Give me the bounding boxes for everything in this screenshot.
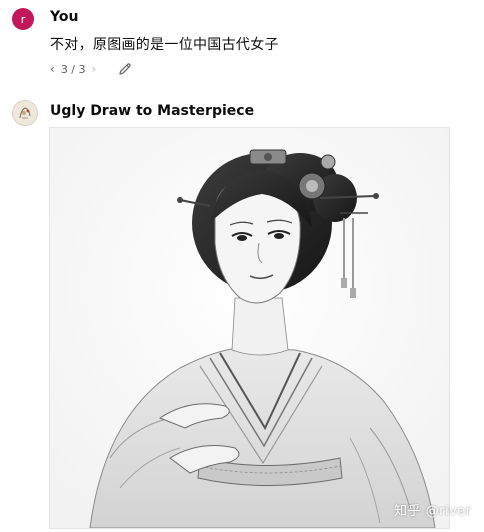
user-message: r You 不对，原图画的是一位中国古代女子 ‹ 3 / 3 › <box>0 0 484 90</box>
user-author-name: You <box>50 9 79 25</box>
pager-label: 3 / 3 <box>60 62 86 76</box>
user-avatar: r <box>12 8 34 30</box>
portrait-sketch-illustration <box>50 128 449 528</box>
gpt-author-name: Ugly Draw to Masterpiece <box>50 103 255 119</box>
next-response-button[interactable]: › <box>90 62 99 76</box>
edit-pencil-icon[interactable] <box>117 61 133 77</box>
previous-response-button[interactable]: ‹ <box>48 62 57 76</box>
watermark-text: 知乎 @river <box>394 504 472 519</box>
gpt-avatar <box>12 100 38 126</box>
response-pager: ‹ 3 / 3 › <box>48 62 98 76</box>
chat-view: r You 不对，原图画的是一位中国古代女子 ‹ 3 / 3 › Ugly Dr… <box>0 0 484 532</box>
user-message-text: 不对，原图画的是一位中国古代女子 <box>50 37 279 53</box>
generated-image[interactable] <box>49 127 450 529</box>
